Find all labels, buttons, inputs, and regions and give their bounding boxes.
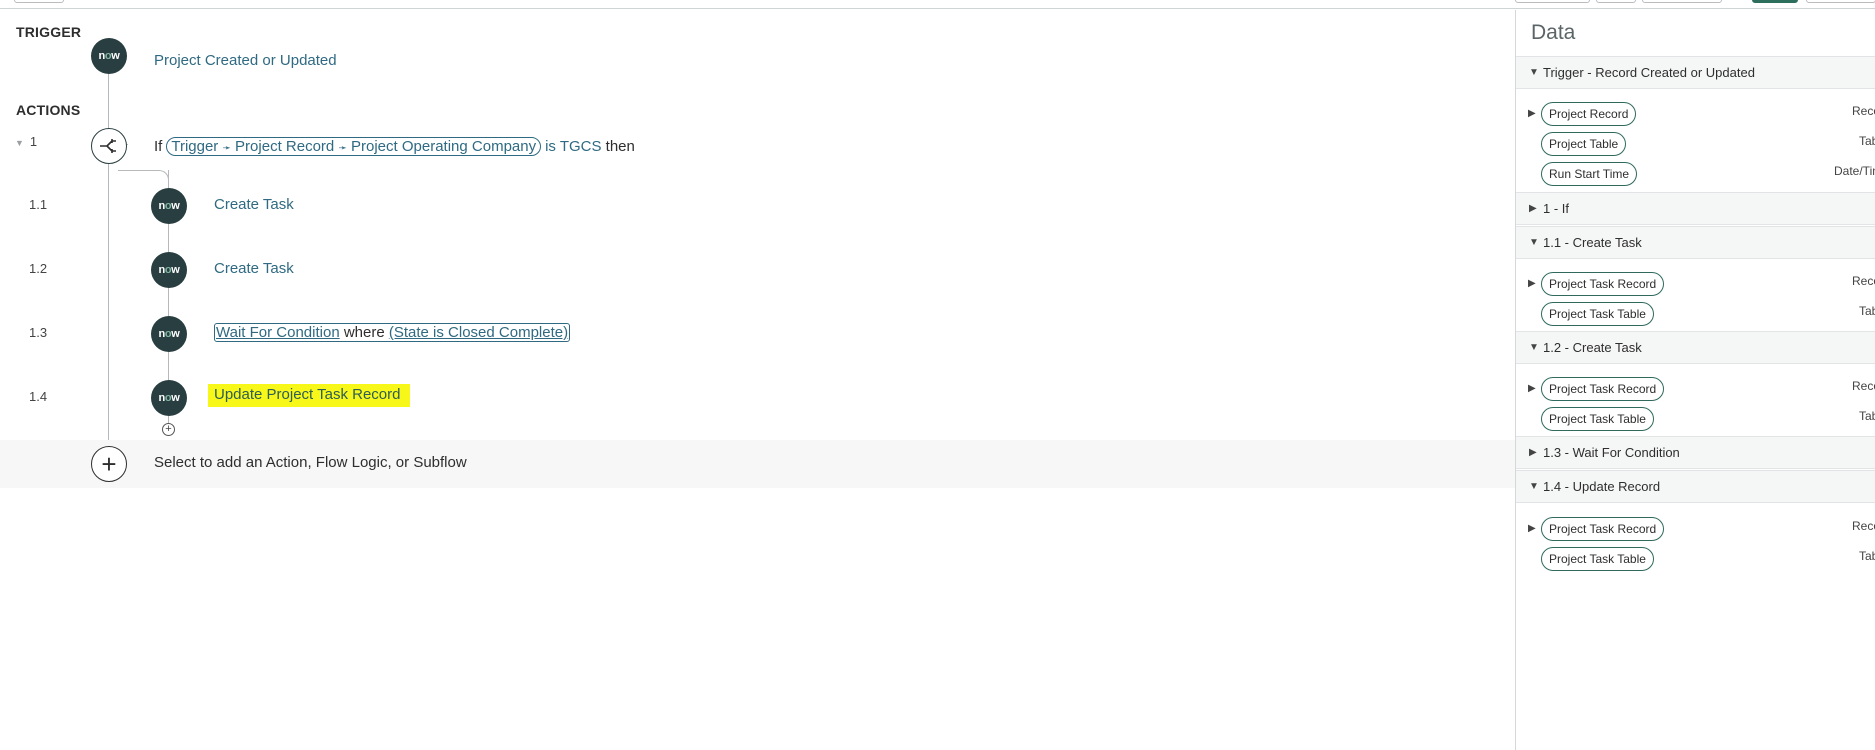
now-logo-icon: now xyxy=(158,392,180,404)
data-group-header[interactable]: ▼ 1.2 - Create Task xyxy=(1516,331,1875,364)
if-condition[interactable]: If Trigger ➛ Project Record ➛ Project Ope… xyxy=(154,137,635,156)
data-pill[interactable]: Project Record xyxy=(1541,102,1637,126)
data-pill[interactable]: Project Task Record xyxy=(1541,377,1665,401)
now-logo-icon: now xyxy=(158,264,180,276)
top-toolbar xyxy=(0,0,1875,9)
action-node[interactable]: now xyxy=(151,380,187,416)
toolbar-button[interactable] xyxy=(1642,0,1722,3)
step-number: 1.2 xyxy=(29,261,48,276)
now-logo-icon: now xyxy=(98,50,120,62)
action-label[interactable]: Create Task xyxy=(214,196,294,213)
flow-canvas: TRIGGER ACTIONS now Project Created or U… xyxy=(0,10,1515,750)
data-type: Reco xyxy=(1852,379,1875,393)
add-step-icon[interactable]: + xyxy=(91,446,127,482)
collapsed-caret-icon: ▶ xyxy=(1529,447,1537,458)
collapse-caret-icon[interactable]: ▼ xyxy=(15,138,24,148)
expand-arrow-icon[interactable]: ▶ xyxy=(1528,383,1536,394)
if-node[interactable] xyxy=(91,128,127,164)
action-node[interactable]: now xyxy=(151,188,187,224)
branch-icon xyxy=(100,139,116,153)
data-pill[interactable]: Project Task Record xyxy=(1541,272,1665,296)
toolbar-button[interactable] xyxy=(1806,0,1875,3)
action-label[interactable]: Create Task xyxy=(214,260,294,277)
expand-arrow-icon[interactable]: ▶ xyxy=(1528,108,1536,119)
expand-caret-icon: ▼ xyxy=(1529,481,1539,492)
action-node[interactable]: now xyxy=(151,316,187,352)
step-number: 1.1 xyxy=(29,197,48,212)
toolbar-primary-button[interactable] xyxy=(1752,0,1798,3)
data-type: Tab xyxy=(1859,409,1875,423)
data-pill[interactable]: Project Table xyxy=(1541,132,1627,156)
expand-caret-icon: ▼ xyxy=(1529,67,1539,78)
data-type: Reco xyxy=(1852,274,1875,288)
add-step-prompt[interactable]: Select to add an Action, Flow Logic, or … xyxy=(154,454,467,471)
step-number: 1.4 xyxy=(29,389,48,404)
step-number: ▼ 1 xyxy=(15,134,38,149)
data-type: Tab xyxy=(1859,304,1875,318)
toolbar-button[interactable] xyxy=(14,0,64,3)
data-pill[interactable]: Project Task Table xyxy=(1541,407,1654,431)
expand-caret-icon: ▼ xyxy=(1529,237,1539,248)
expand-caret-icon: ▼ xyxy=(1529,342,1539,353)
action-node[interactable]: now xyxy=(151,252,187,288)
toolbar-button[interactable] xyxy=(1515,0,1590,3)
toolbar-button[interactable] xyxy=(1596,0,1636,3)
step-number: 1.3 xyxy=(29,325,48,340)
action-label[interactable]: Update Project Task Record xyxy=(208,384,411,407)
collapsed-caret-icon: ▶ xyxy=(1529,203,1537,214)
expand-arrow-icon[interactable]: ▶ xyxy=(1528,278,1536,289)
insert-step-icon[interactable]: + xyxy=(162,423,175,436)
data-group-header[interactable]: ▼ 1.4 - Update Record xyxy=(1516,470,1875,503)
trigger-node[interactable]: now xyxy=(91,38,127,74)
data-type: Tab xyxy=(1859,549,1875,563)
data-group-header[interactable]: ▼ Trigger - Record Created or Updated xyxy=(1516,56,1875,89)
data-pill[interactable]: Project Task Table xyxy=(1541,302,1654,326)
actions-heading: ACTIONS xyxy=(16,102,81,118)
data-panel: Data ▼ Trigger - Record Created or Update… xyxy=(1515,10,1875,750)
branch-curve xyxy=(118,170,169,180)
data-pill[interactable]: Run Start Time xyxy=(1541,162,1638,186)
data-group-header[interactable]: ▼ 1.1 - Create Task xyxy=(1516,226,1875,259)
trigger-label[interactable]: Project Created or Updated xyxy=(154,52,337,69)
data-type: Reco xyxy=(1852,519,1875,533)
now-logo-icon: now xyxy=(158,328,180,340)
data-group-header[interactable]: ▶ 1.3 - Wait For Condition xyxy=(1516,436,1875,469)
data-pill[interactable]: Project Task Table xyxy=(1541,547,1654,571)
now-logo-icon: now xyxy=(158,200,180,212)
expand-arrow-icon[interactable]: ▶ xyxy=(1528,523,1536,534)
condition-pill[interactable]: Trigger ➛ Project Record ➛ Project Opera… xyxy=(166,137,542,156)
wait-condition-label[interactable]: Wait For Condition where (State is Close… xyxy=(214,323,571,342)
data-type: Tab xyxy=(1859,134,1875,148)
data-group-header[interactable]: ▶ 1 - If xyxy=(1516,192,1875,225)
trigger-heading: TRIGGER xyxy=(16,24,82,40)
data-type: Reco xyxy=(1852,104,1875,118)
data-panel-title: Data xyxy=(1531,21,1576,44)
data-pill[interactable]: Project Task Record xyxy=(1541,517,1665,541)
data-type: Date/Tim xyxy=(1834,164,1875,178)
